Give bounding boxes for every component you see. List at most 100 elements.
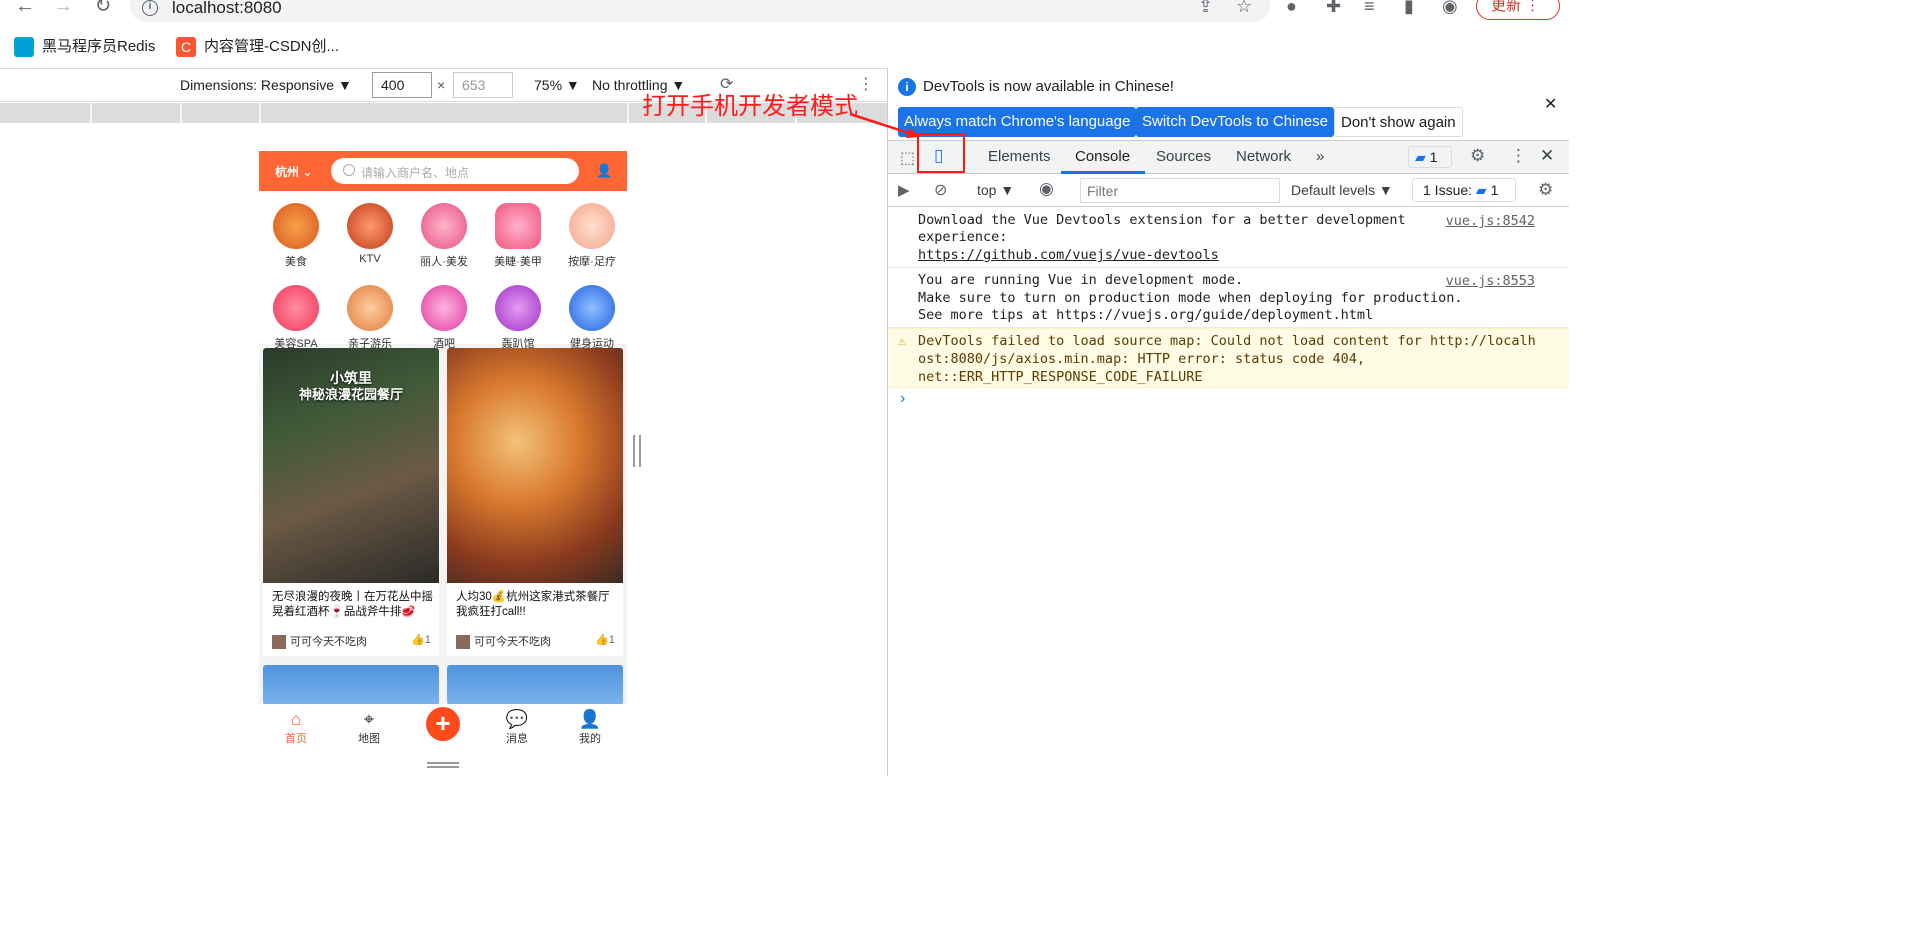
bookmark-csdn[interactable]: C 内容管理-CSDN创... (176, 36, 339, 58)
bookmark-redis[interactable]: 黑马程序员Redis (14, 36, 155, 58)
category-family[interactable]: 亲子游乐 (333, 285, 407, 351)
log-line: experience: (918, 229, 1008, 245)
console-filter-input[interactable]: Filter (1080, 178, 1280, 203)
cocktail-icon (421, 285, 467, 331)
width-input[interactable]: 400 (372, 72, 432, 98)
close-devtools-icon[interactable]: ✕ (1540, 146, 1554, 166)
dimensions-select[interactable]: Dimensions: Responsive ▼ (180, 77, 352, 93)
tab-label: 地图 (358, 733, 380, 745)
media-list-icon[interactable]: ≡ (1364, 0, 1375, 17)
category-ktv[interactable]: KTV (333, 203, 407, 265)
tab-label: 消息 (506, 733, 528, 745)
party-mask-icon (495, 285, 541, 331)
search-input[interactable]: 请输入商户名、地点 (331, 158, 579, 184)
photo-overlay-subtitle: 神秘浪漫花园餐厅 (298, 387, 403, 402)
reload-icon[interactable]: ↻ (90, 0, 116, 20)
language-banner: i DevTools is now available in Chinese! … (888, 68, 1569, 140)
log-source-link[interactable]: vue.js:8553 (1446, 273, 1535, 291)
bottom-tab-bar: ⌂ 首页 ⌖ 地图 + 💬 消息 👤 我的 (259, 704, 627, 752)
site-info-icon[interactable]: i (142, 0, 158, 16)
side-panel-icon[interactable]: ▮ (1404, 0, 1414, 17)
settings-gear-icon[interactable]: ⚙ (1470, 146, 1485, 166)
back-arrow-icon[interactable]: ← (12, 0, 38, 20)
url-text: localhost:8080 (172, 0, 282, 17)
avatar (456, 635, 470, 650)
live-expression-eye-icon[interactable]: ◉ (1039, 179, 1054, 199)
issues-button[interactable]: 1 Issue: ▰ 1 (1412, 178, 1516, 202)
sidebar-toggle-icon[interactable]: ▶ (898, 181, 910, 199)
log-levels-select[interactable]: Default levels ▼ (1291, 182, 1393, 198)
close-banner-icon[interactable]: ✕ (1544, 94, 1557, 114)
more-options-icon[interactable]: ⋮ (858, 74, 874, 94)
height-input[interactable]: 653 (453, 72, 513, 98)
share-icon[interactable]: ⇪ (1198, 0, 1213, 17)
category-hair[interactable]: 丽人·美发 (407, 203, 481, 269)
console-warning-entry: ⚠ DevTools failed to load source map: Co… (888, 328, 1569, 388)
tab-map[interactable]: ⌖ 地图 (339, 708, 399, 746)
extension-icon[interactable]: ● (1286, 0, 1297, 17)
log-source-link[interactable]: vue.js:8542 (1446, 213, 1535, 231)
tab-messages[interactable]: 💬 消息 (487, 708, 547, 746)
update-button[interactable]: 更新 ⋮ (1476, 0, 1560, 20)
category-food[interactable]: 美食 (259, 203, 333, 269)
card-photo (447, 348, 623, 583)
tab-console[interactable]: Console (1075, 148, 1130, 165)
card-author[interactable]: 可可今天不吃肉 (272, 633, 367, 650)
warning-line: DevTools failed to load source map: Coul… (918, 333, 1536, 349)
like-count[interactable]: 👍1 (411, 633, 431, 646)
category-nails[interactable]: 美睫·美甲 (481, 203, 555, 269)
blog-card[interactable]: 人均30💰杭州这家港式茶餐厅我疯狂打call!! 可可今天不吃肉 👍1 (447, 348, 623, 656)
resize-handle-right[interactable] (633, 435, 641, 467)
category-label: 丽人·美发 (420, 256, 468, 268)
city-label: 杭州 (275, 165, 300, 179)
profile-avatar-icon[interactable]: ◉ (1442, 0, 1458, 17)
times-sign: × (437, 77, 446, 93)
tab-profile[interactable]: 👤 我的 (560, 708, 620, 746)
tab-home[interactable]: ⌂ 首页 (266, 708, 326, 746)
blog-card-partial[interactable] (447, 665, 623, 705)
card-author[interactable]: 可可今天不吃肉 (456, 633, 551, 650)
zoom-select[interactable]: 75% ▼ (534, 77, 580, 93)
bookmark-label: 黑马程序员Redis (42, 38, 156, 55)
inspect-element-icon[interactable]: ⬚ (900, 148, 915, 168)
dont-show-again-button[interactable]: Don't show again (1334, 107, 1463, 137)
user-icon[interactable]: 👤 (596, 163, 612, 179)
issues-badge[interactable]: ▰ 1 (1408, 146, 1452, 168)
category-label: KTV (359, 253, 381, 265)
kebab-menu-icon[interactable]: ⋮ (1510, 146, 1527, 166)
category-party[interactable]: 轰趴馆 (481, 285, 555, 351)
category-label: 美睫·美甲 (494, 256, 542, 268)
tab-sources[interactable]: Sources (1156, 148, 1211, 165)
log-link[interactable]: https://github.com/vuejs/vue-devtools (918, 247, 1219, 265)
clear-console-icon[interactable]: ⊘ (934, 180, 947, 200)
switch-chinese-button[interactable]: Switch DevTools to Chinese (1136, 107, 1334, 137)
tab-elements[interactable]: Elements (988, 148, 1051, 165)
blog-card-partial[interactable] (263, 665, 439, 705)
bookmark-star-icon[interactable]: ☆ (1236, 0, 1252, 17)
puzzle-extensions-icon[interactable]: ✚ (1326, 0, 1341, 17)
blog-card[interactable]: 小筑里 神秘浪漫花园餐厅 无尽浪漫的夜晚丨在万花丛中摇晃着红酒杯🍷品战斧牛排🥩 … (263, 348, 439, 656)
map-pin-icon: ⌖ (363, 709, 375, 729)
resize-handle-bottom[interactable] (427, 762, 459, 768)
bilibili-icon (14, 37, 34, 58)
add-post-button[interactable]: + (426, 707, 460, 741)
console-prompt[interactable]: › (900, 390, 905, 408)
search-placeholder: 请输入商户名、地点 (361, 166, 470, 180)
address-bar[interactable]: i localhost:8080 ⇪ ☆ (130, 0, 1270, 22)
info-icon: i (898, 78, 916, 96)
category-bar[interactable]: 酒吧 (407, 285, 481, 351)
console-settings-icon[interactable]: ⚙ (1538, 180, 1553, 200)
chat-bubble-icon: 💬 (505, 709, 529, 729)
console-log-entry: You are running Vue in development mode.… (888, 269, 1569, 328)
forward-arrow-icon[interactable]: → (50, 0, 76, 20)
category-spa[interactable]: 美容SPA (259, 285, 333, 351)
log-line: See more tips at https://vuejs.org/guide… (918, 307, 1374, 323)
context-select[interactable]: top ▼ (977, 182, 1014, 198)
category-fitness[interactable]: 健身运动 (555, 285, 627, 351)
tab-network[interactable]: Network (1236, 148, 1291, 165)
category-massage[interactable]: 按摩·足疗 (555, 203, 627, 269)
active-tab-indicator (1061, 171, 1145, 174)
more-tabs-icon[interactable]: » (1316, 148, 1324, 165)
like-count[interactable]: 👍1 (595, 633, 615, 646)
city-selector[interactable]: 杭州 ⌄ (275, 163, 312, 180)
